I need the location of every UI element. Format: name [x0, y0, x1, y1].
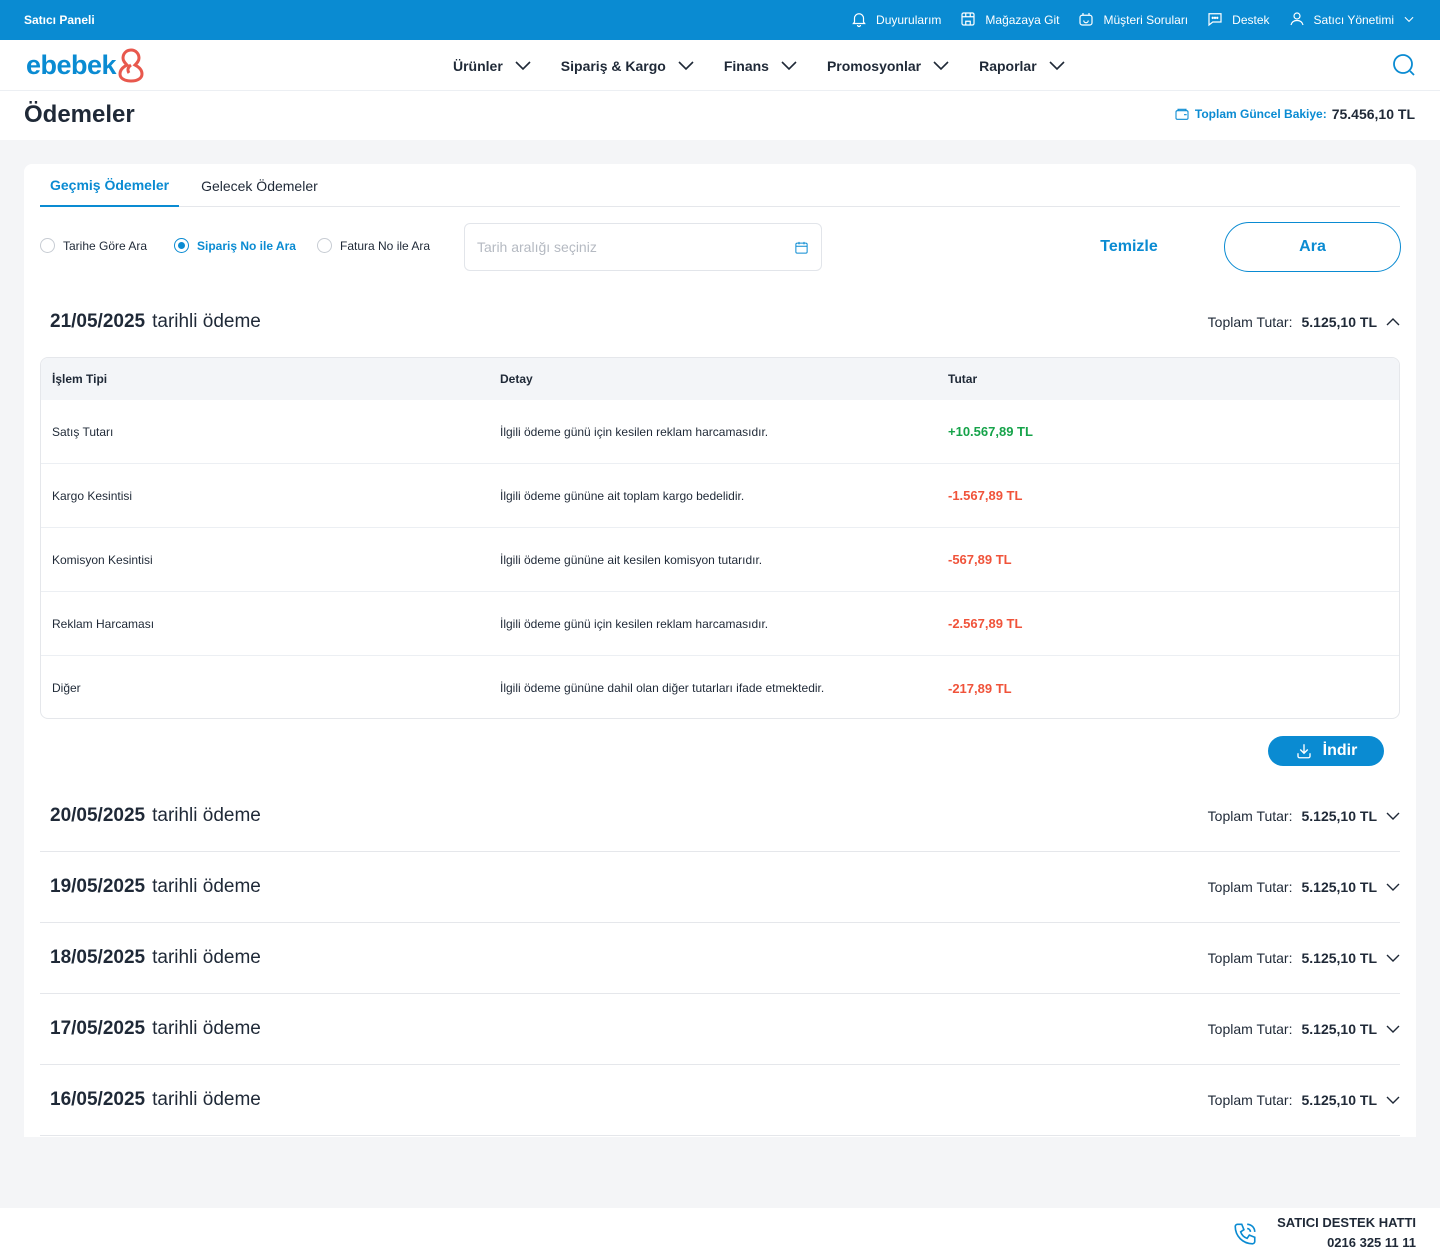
go-to-store-link[interactable]: Mağazaya Git — [959, 10, 1059, 31]
search-icon — [1393, 54, 1415, 76]
seller-management-menu[interactable]: Satıcı Yönetimi — [1288, 10, 1416, 31]
chevron-down-icon — [1049, 60, 1065, 70]
payment-tabs: Geçmiş Ödemeler Gelecek Ödemeler — [40, 164, 1400, 207]
chevron-down-icon[interactable] — [1386, 812, 1400, 821]
payment-date: 18/05/2025 tarihli ödeme — [50, 947, 261, 968]
bell-icon — [850, 10, 868, 31]
nav-item-products[interactable]: Ürünler — [453, 58, 531, 74]
date-range-input[interactable] — [477, 239, 794, 255]
seller-support-line: SATICI DESTEK HATTI 0216 325 11 11 — [1277, 1215, 1416, 1250]
table-row: Diğer İlgili ödeme gününe dahil olan diğ… — [52, 680, 1012, 696]
footer: SATICI DESTEK HATTI 0216 325 11 11 — [0, 1208, 1440, 1259]
current-balance: Toplam Güncel Bakiye: 75.456,10 TL — [1174, 106, 1415, 122]
payment-header-expanded[interactable]: 21/05/2025 tarihli ödeme Toplam Tutar: 5.1… — [40, 286, 1400, 357]
chevron-down-icon[interactable] — [1386, 1096, 1400, 1105]
wallet-icon — [1175, 108, 1189, 120]
page-title: Ödemeler — [24, 101, 135, 128]
col-transaction-type: İşlem Tipi — [52, 372, 108, 386]
payment-date: 17/05/2025 tarihli ödeme — [50, 1018, 261, 1039]
user-icon — [1288, 10, 1306, 31]
nav-item-orders-shipping[interactable]: Sipariş & Kargo — [561, 58, 694, 74]
announcements-link[interactable]: Duyurularım — [850, 10, 941, 31]
col-detail: Detay — [500, 372, 533, 386]
table-row: Komisyon Kesintisi İlgili ödeme gününe a… — [41, 528, 1399, 592]
table-header: İşlem Tipi Detay Tutar — [41, 358, 1399, 400]
chat-support-icon — [1206, 10, 1224, 31]
phone-icon — [1234, 1223, 1256, 1245]
support-link[interactable]: Destek — [1206, 10, 1270, 31]
panel-brand: Satıcı Paneli — [24, 13, 95, 27]
radio-by-order-no[interactable]: Sipariş No ile Ara — [174, 238, 296, 253]
chevron-down-icon — [515, 60, 531, 70]
payment-header-collapsed[interactable]: 18/05/2025 tarihli ödeme Toplam Tutar: 5.1… — [40, 923, 1400, 994]
payment-date: 19/05/2025 tarihli ödeme — [50, 876, 261, 897]
payment-date: 21/05/2025 tarihli ödeme — [50, 310, 261, 332]
clear-button[interactable]: Temizle — [1080, 222, 1178, 272]
support-title: SATICI DESTEK HATTI — [1277, 1215, 1416, 1230]
table-row: Reklam Harcaması İlgili ödeme günü için … — [41, 592, 1399, 656]
nav-item-finance[interactable]: Finans — [724, 58, 797, 74]
chevron-down-icon — [933, 60, 949, 70]
payment-total: Toplam Tutar: 5.125,10 TL — [1208, 314, 1400, 330]
chevron-down-icon — [1402, 12, 1416, 29]
ebebek-logo[interactable]: ebebek — [26, 47, 145, 83]
table-row: Satış Tutarı İlgili ödeme günü için kesi… — [41, 400, 1399, 464]
chevron-down-icon[interactable] — [1386, 883, 1400, 892]
chevron-down-icon[interactable] — [1386, 1025, 1400, 1034]
payment-total: Toplam Tutar: 5.125,10 TL — [1208, 1092, 1400, 1108]
col-amount: Tutar — [948, 372, 978, 386]
page-header: Ödemeler Toplam Güncel Bakiye: 75.456,10… — [0, 91, 1440, 140]
payment-header-collapsed[interactable]: 17/05/2025 tarihli ödeme Toplam Tutar: 5.1… — [40, 994, 1400, 1065]
filters: Tarihe Göre Ara Sipariş No ile Ara Fatur… — [40, 222, 1401, 272]
payment-detail-table: İşlem Tipi Detay Tutar Satış Tutarı İlgi… — [40, 357, 1400, 719]
chevron-up-icon[interactable] — [1386, 317, 1400, 326]
nav-item-promotions[interactable]: Promosyonlar — [827, 58, 949, 74]
payments-card: Geçmiş Ödemeler Gelecek Ödemeler Tarihe … — [24, 164, 1416, 1137]
payment-total: Toplam Tutar: 5.125,10 TL — [1208, 950, 1400, 966]
calendar-icon[interactable] — [794, 240, 809, 255]
tab-past-payments[interactable]: Geçmiş Ödemeler — [40, 164, 180, 207]
payment-header-collapsed[interactable]: 19/05/2025 tarihli ödeme Toplam Tutar: 5.1… — [40, 852, 1400, 923]
payment-total: Toplam Tutar: 5.125,10 TL — [1208, 879, 1400, 895]
top-links: Duyurularım Mağazaya Git Müşteri Sorular… — [850, 10, 1416, 31]
nav-menu: Ürünler Sipariş & Kargo Finans Promosyon… — [453, 40, 1065, 91]
download-button[interactable]: İndir — [1268, 736, 1384, 766]
radio-by-invoice-no[interactable]: Fatura No ile Ara — [317, 238, 430, 253]
payment-total: Toplam Tutar: 5.125,10 TL — [1208, 1021, 1400, 1037]
chevron-down-icon[interactable] — [1386, 954, 1400, 963]
payment-total: Toplam Tutar: 5.125,10 TL — [1208, 808, 1400, 824]
radio-circle — [40, 238, 55, 253]
date-range-field[interactable] — [464, 223, 822, 271]
payment-header-collapsed[interactable]: 16/05/2025 tarihli ödeme Toplam Tutar: 5.1… — [40, 1065, 1400, 1136]
radio-by-date[interactable]: Tarihe Göre Ara — [40, 238, 147, 253]
table-row: Kargo Kesintisi İlgili ödeme gününe ait … — [41, 464, 1399, 528]
balance-label: Toplam Güncel Bakiye: — [1194, 107, 1327, 121]
customer-questions-link[interactable]: Müşteri Soruları — [1077, 10, 1188, 31]
download-icon — [1296, 744, 1311, 759]
payment-date: 20/05/2025 tarihli ödeme — [50, 805, 261, 826]
nav-item-reports[interactable]: Raporlar — [979, 58, 1065, 74]
balance-value: 75.456,10 TL — [1331, 106, 1415, 122]
payment-date: 16/05/2025 tarihli ödeme — [50, 1089, 261, 1110]
radio-circle — [174, 238, 189, 253]
search-submit-button[interactable]: Ara — [1224, 222, 1401, 272]
search-button[interactable] — [1392, 53, 1416, 77]
main-nav: ebebek Ürünler Sipariş & Kargo Finans Pr… — [0, 40, 1440, 91]
store-icon — [959, 10, 977, 31]
tab-upcoming-payments[interactable]: Gelecek Ödemeler — [191, 164, 328, 207]
top-bar: Satıcı Paneli Duyurularım Mağazaya Git M… — [0, 0, 1440, 40]
customer-questions-icon — [1077, 10, 1095, 31]
radio-circle — [317, 238, 332, 253]
chevron-down-icon — [678, 60, 694, 70]
chevron-down-icon — [781, 60, 797, 70]
support-phone[interactable]: 0216 325 11 11 — [1277, 1235, 1416, 1250]
payment-header-collapsed[interactable]: 20/05/2025 tarihli ödeme Toplam Tutar: 5.1… — [40, 781, 1400, 852]
logo-mark-icon — [118, 48, 144, 83]
